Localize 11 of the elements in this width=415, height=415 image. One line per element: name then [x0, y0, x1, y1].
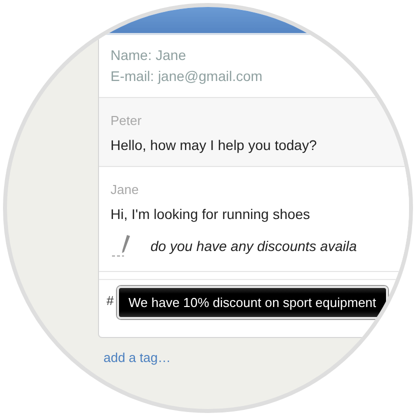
reply-field[interactable]: # We have 10% discount on sport equipment	[98, 278, 408, 336]
canned-response-tooltip[interactable]: We have 10% discount on sport equipment	[116, 286, 388, 318]
message-author: Peter	[110, 112, 143, 130]
message-text: Hi, I'm looking for running shoes	[110, 204, 312, 224]
typing-preview: do you have any discounts availa	[150, 238, 357, 254]
visitor-email: E-mail: jane@gmail.com	[110, 66, 264, 86]
add-tag-link[interactable]: add a tag…	[104, 350, 171, 364]
visitor-name: Name: Jane	[110, 46, 187, 64]
reply-text: #	[106, 292, 114, 308]
message-text: Hello, how may I help you today?	[110, 136, 318, 155]
message-author: Jane	[110, 180, 140, 198]
